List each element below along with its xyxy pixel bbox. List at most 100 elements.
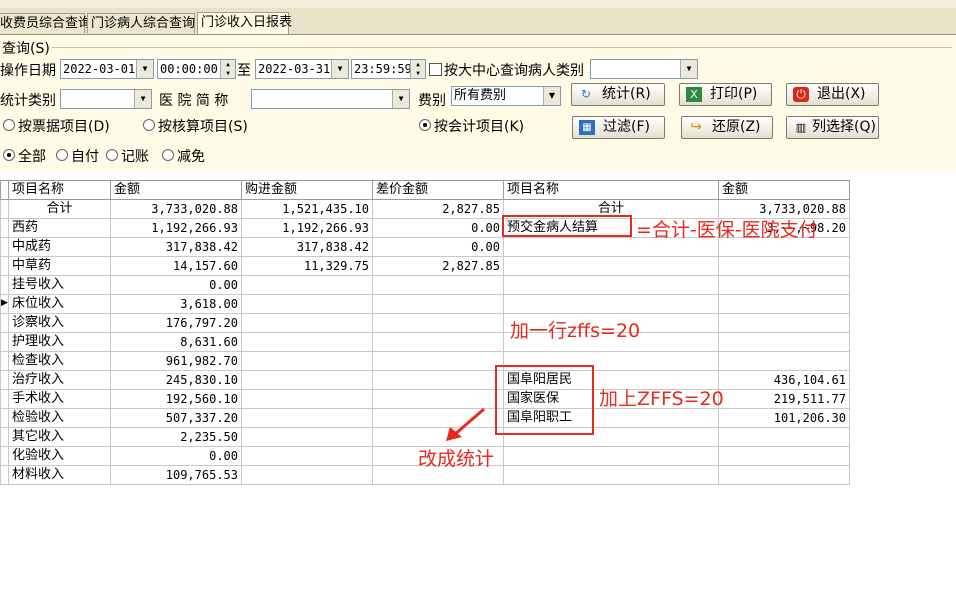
end-date-picker[interactable]: 2022-03-31 ▼ (255, 59, 349, 79)
cell-amount[interactable]: 3,733,020.88 (110, 199, 242, 219)
cell-item-name-2[interactable] (503, 275, 719, 295)
cell-diff-amount[interactable]: 2,827.85 (372, 256, 504, 276)
print-button[interactable]: X 打印(P) (679, 83, 772, 106)
patient-type-select[interactable]: ▼ (590, 59, 698, 79)
by-receipt-radio[interactable] (3, 119, 15, 131)
cell-amount[interactable]: 961,982.70 (110, 351, 242, 371)
cell-purchase-amount[interactable] (241, 465, 373, 485)
cell-purchase-amount[interactable] (241, 294, 373, 314)
cell-purchase-amount[interactable] (241, 313, 373, 333)
cell-purchase-amount[interactable] (241, 275, 373, 295)
cell-amount-2[interactable] (718, 446, 850, 466)
cell-amount-2[interactable]: 436,104.61 (718, 370, 850, 390)
cell-amount[interactable]: 109,765.53 (110, 465, 242, 485)
cell-item-name[interactable]: 检验收入 (8, 408, 111, 428)
exit-button[interactable]: ⏻ 退出(X) (786, 83, 879, 106)
cell-diff-amount[interactable]: 0.00 (372, 237, 504, 257)
cell-amount-2[interactable]: 101,206.30 (718, 408, 850, 428)
start-time-field[interactable]: 00:00:00 ▲ ▼ (157, 59, 236, 79)
cell-purchase-amount[interactable]: 1,521,435.10 (241, 199, 373, 219)
table-row[interactable]: 中草药 14,157.60 11,329.75 2,827.85 (0, 256, 850, 276)
table-row[interactable]: 检验收入 507,337.20 国阜阳职工 101,206.30 (0, 408, 850, 428)
col-header-item-name[interactable]: 项目名称 (8, 180, 111, 200)
end-time-field[interactable]: 23:59:59 ▲ ▼ (351, 59, 426, 79)
cell-item-name[interactable]: 化验收入 (8, 446, 111, 466)
cell-item-name-2[interactable] (503, 465, 719, 485)
cell-amount[interactable]: 176,797.20 (110, 313, 242, 333)
tab-daily-income-report[interactable]: 门诊收入日报表 (197, 12, 292, 34)
cell-purchase-amount[interactable] (241, 446, 373, 466)
column-select-button[interactable]: ▥ 列选择(Q) (786, 116, 879, 139)
cell-item-name[interactable]: 床位收入 (8, 294, 111, 314)
cell-item-name[interactable]: 护理收入 (8, 332, 111, 352)
stats-button[interactable]: ↻ 统计(R) (571, 83, 665, 106)
chevron-down-icon[interactable]: ▼ (543, 87, 560, 105)
cell-item-name[interactable]: 诊察收入 (8, 313, 111, 333)
cell-diff-amount[interactable] (372, 370, 504, 390)
cell-amount[interactable]: 3,618.00 (110, 294, 242, 314)
chevron-down-icon[interactable]: ▼ (331, 60, 348, 78)
cell-amount-2[interactable] (718, 275, 850, 295)
cell-diff-amount[interactable]: 0.00 (372, 218, 504, 238)
tab-outpatient-query[interactable]: 门诊病人综合查询 (87, 13, 195, 33)
filter-button[interactable]: ▦ 过滤(F) (572, 116, 665, 139)
cell-purchase-amount[interactable]: 317,838.42 (241, 237, 373, 257)
col-header-amount-2[interactable]: 金额 (718, 180, 850, 200)
cell-item-name[interactable]: 材料收入 (8, 465, 111, 485)
tab-cashier-query[interactable]: 收费员综合查询 (0, 13, 91, 33)
col-header-purchase-amount[interactable]: 购进金额 (241, 180, 373, 200)
cell-amount[interactable]: 8,631.60 (110, 332, 242, 352)
table-row[interactable]: ▶ 床位收入 3,618.00 (0, 294, 850, 314)
cell-item-name[interactable]: 检查收入 (8, 351, 111, 371)
cell-amount[interactable]: 507,337.20 (110, 408, 242, 428)
cell-purchase-amount[interactable] (241, 389, 373, 409)
cell-purchase-amount[interactable] (241, 332, 373, 352)
chevron-down-icon[interactable]: ▼ (136, 60, 153, 78)
cell-amount-2[interactable] (718, 313, 850, 333)
cell-amount[interactable]: 14,157.60 (110, 256, 242, 276)
cell-amount[interactable]: 192,560.10 (110, 389, 242, 409)
cell-amount-2[interactable] (718, 332, 850, 352)
table-row[interactable]: 护理收入 8,631.60 (0, 332, 850, 352)
cell-item-name[interactable]: 西药 (8, 218, 111, 238)
cell-item-name[interactable]: 中成药 (8, 237, 111, 257)
cell-item-name[interactable]: 挂号收入 (8, 275, 111, 295)
cell-diff-amount[interactable] (372, 275, 504, 295)
cell-amount[interactable]: 317,838.42 (110, 237, 242, 257)
credit-radio[interactable] (106, 149, 118, 161)
hospital-abbr-select[interactable]: ▼ (251, 89, 410, 109)
center-query-checkbox[interactable] (429, 63, 442, 76)
cell-item-name[interactable]: 中草药 (8, 256, 111, 276)
self-pay-radio[interactable] (56, 149, 68, 161)
cell-amount-2[interactable] (718, 427, 850, 447)
cell-amount-2[interactable] (718, 294, 850, 314)
cell-amount[interactable]: 0.00 (110, 446, 242, 466)
chevron-down-icon[interactable]: ▼ (134, 90, 151, 108)
cell-amount-2[interactable] (718, 465, 850, 485)
col-header-amount[interactable]: 金额 (110, 180, 242, 200)
stat-type-select[interactable]: ▼ (60, 89, 152, 109)
cell-item-name[interactable]: 手术收入 (8, 389, 111, 409)
chevron-down-icon[interactable]: ▼ (392, 90, 409, 108)
restore-button[interactable]: ↪ 还原(Z) (681, 116, 773, 139)
fee-type-select[interactable]: 所有费别 ▼ (451, 86, 561, 106)
cell-purchase-amount[interactable] (241, 370, 373, 390)
col-header-item-name-2[interactable]: 项目名称 (503, 180, 719, 200)
cell-diff-amount[interactable] (372, 351, 504, 371)
table-row[interactable]: 检查收入 961,982.70 (0, 351, 850, 371)
table-row[interactable]: 诊察收入 176,797.20 (0, 313, 850, 333)
cell-item-name-2[interactable] (503, 294, 719, 314)
cell-purchase-amount[interactable]: 11,329.75 (241, 256, 373, 276)
cell-item-name[interactable]: 其它收入 (8, 427, 111, 447)
cell-purchase-amount[interactable] (241, 408, 373, 428)
cell-item-name-2[interactable] (503, 446, 719, 466)
spinner-icon[interactable]: ▲ ▼ (220, 60, 235, 78)
cell-diff-amount[interactable] (372, 313, 504, 333)
cell-amount-2[interactable] (718, 256, 850, 276)
cell-amount-2[interactable] (718, 351, 850, 371)
chevron-down-icon[interactable]: ▼ (680, 60, 697, 78)
cell-purchase-amount[interactable] (241, 351, 373, 371)
cell-amount-2[interactable]: 219,511.77 (718, 389, 850, 409)
cell-amount[interactable]: 2,235.50 (110, 427, 242, 447)
by-accounting-item-radio[interactable] (143, 119, 155, 131)
